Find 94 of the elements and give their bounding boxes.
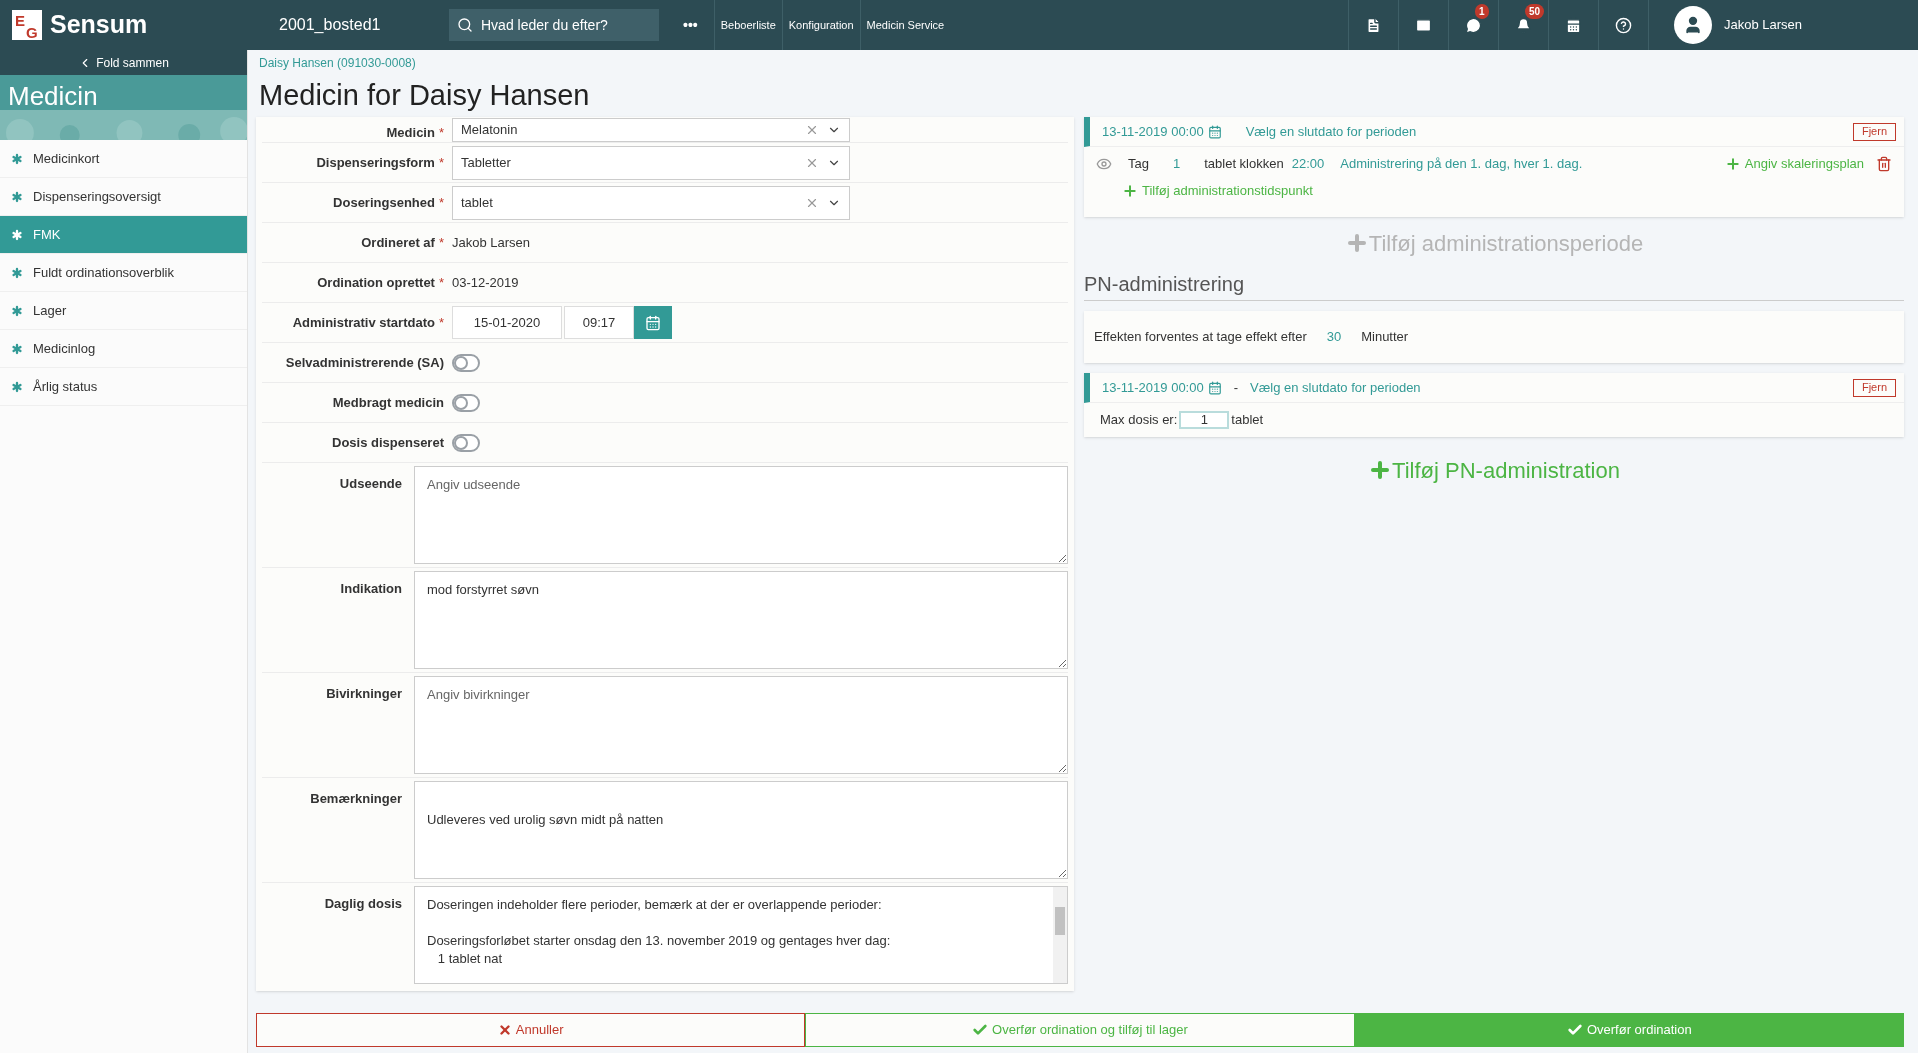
eye-icon[interactable] [1096,156,1112,172]
scrollbar[interactable] [1053,887,1067,983]
dose-unit: tablet klokken [1204,155,1284,174]
nav-link[interactable]: Konfiguration [781,0,860,50]
sidebar-item[interactable]: Medicinlog [0,330,247,368]
select-value: Melatonin [461,121,519,140]
select-field[interactable]: Tabletter [452,145,850,180]
field-label: Bivirkninger [326,685,402,703]
remove-button[interactable]: Fjern [1852,378,1896,397]
bell-button[interactable]: 50 [1498,0,1548,50]
field-label: Daglig dosis [324,895,402,913]
sidebar-item[interactable]: Lager [0,292,247,330]
field-label: Selvadministrerende (SA) [285,353,444,372]
required-mark: * [438,273,444,292]
collapse-button[interactable]: Fold sammen [0,50,247,75]
sidebar-item[interactable]: Årlig status [0,368,247,406]
required-mark: * [438,153,444,172]
notification-badge: 50 [1525,4,1545,19]
time-field[interactable]: 09:17 [564,306,634,339]
field-label: Bemærkninger [310,790,402,808]
field-label: Medbragt medicin [332,393,444,412]
trash-icon[interactable] [1876,156,1892,172]
effect-label: Effekten forventes at tage effekt efter [1094,328,1307,347]
user-name[interactable]: Jakob Larsen [1724,15,1803,35]
toggle-switch[interactable] [452,393,480,412]
text-area[interactable]: Angiv bivirkninger [414,676,1068,774]
toggle-switch[interactable] [452,353,480,372]
required-mark: * [438,123,444,142]
sidebar-item[interactable]: Fuldt ordinationsoverblik [0,254,247,292]
field-label: Indikation [340,580,402,598]
calendar-icon[interactable] [1207,380,1222,395]
document-icon [1365,16,1382,34]
sidebar-item[interactable]: Medicinkort [0,140,247,178]
chat-button[interactable]: 1 [1448,0,1498,50]
nav-link[interactable]: Beboerliste [713,0,782,50]
text-line: 1 tablet nat [436,950,503,967]
plus-icon [1724,156,1741,172]
select-field[interactable]: Melatonin [452,118,850,142]
search-icon [457,17,473,33]
text-area[interactable]: Angiv udseende [414,466,1068,564]
envelope-icon [1415,16,1432,34]
max-dose-field[interactable]: 1 [1179,411,1230,429]
select-value: tablet [461,193,494,212]
section-title: Medicin [8,80,98,113]
field-value: Jakob Larsen [452,233,531,252]
calendar-icon [645,314,661,331]
date-field[interactable]: 15-01-2020 [452,306,562,339]
max-dose-unit: tablet [1231,411,1264,430]
required-mark: * [438,313,444,332]
calendar-icon[interactable] [1207,124,1222,139]
calendar-icon [1565,16,1582,34]
clear-icon[interactable] [805,123,819,137]
max-dose-label: Max dosis er: [1100,411,1178,430]
logo-mark: E G [12,10,42,40]
cancel-button[interactable]: Annuller [256,1013,806,1047]
remove-button[interactable]: Fjern [1852,122,1896,141]
text-line: Doseringsforløbet starter onsdag den 13. november 2019 og gentages hver dag: [427,932,891,949]
nav-link[interactable]: Medicin Service [859,0,951,50]
help-icon [1615,16,1632,34]
plus-icon [1122,182,1138,199]
field-label: Udseende [339,475,402,493]
logo-text: Sensum [50,9,148,41]
field-label: Dispenseringsform [316,153,435,172]
section-heading: PN-administrering [1084,269,1904,301]
select-field[interactable]: tablet [452,185,850,220]
more-button[interactable]: ••• [683,14,698,36]
text-area[interactable]: mod forstyrret søvn [414,571,1068,669]
required-mark: * [438,233,444,252]
dose-word: Tag [1128,155,1149,174]
effect-unit: Minutter [1361,328,1409,347]
chat-icon [1465,16,1482,34]
select-value: Tabletter [461,153,512,172]
site-name: 2001_bosted1 [279,15,382,35]
page-title: Medicin for Daisy Hansen [259,78,591,113]
dash: - [1233,378,1239,397]
avatar[interactable] [1674,6,1712,44]
person-icon [1683,15,1703,35]
field-label: Administrativ startdato [292,313,435,332]
search-field[interactable]: Hvad leder du efter? [449,9,659,41]
text-area[interactable]: Udleveres ved urolig søvn midt på natten [414,781,1068,879]
field-label: Medicin [386,123,435,142]
field-label: Doseringsenhed [333,193,435,212]
close-icon [497,1023,512,1037]
field-label: Dosis dispenseret [332,433,444,452]
field-label: Ordination oprettet [317,273,435,292]
field-value: 03-12-2019 [452,273,519,292]
text-area[interactable]: Doseringen indeholder flere perioder, bemærk at der er overlappende perioder: Doseringsforløbet starter onsdag den 13. november 2019 og gentages hver dag: 1 tablet nat [414,886,1068,984]
field-label: Ordineret af [361,233,435,252]
check-icon [1566,1022,1583,1038]
toggle-switch[interactable] [452,433,480,452]
check-icon [972,1022,989,1038]
notification-badge: 1 [1475,4,1489,19]
required-mark: * [438,193,444,212]
text-line: Doseringen indeholder flere perioder, bemærk at der er overlappende perioder: [427,896,882,913]
